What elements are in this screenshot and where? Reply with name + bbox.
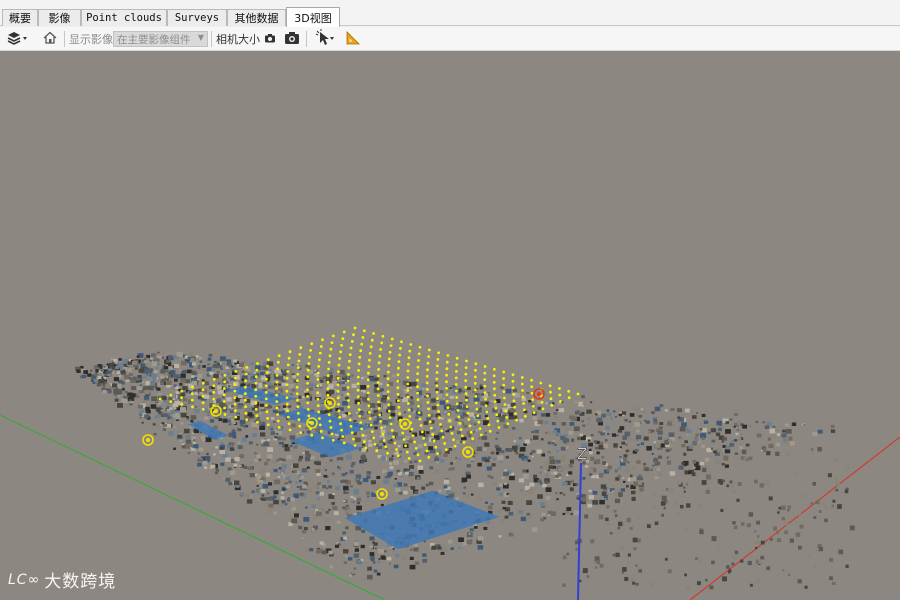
show-images-label: 显示影像 [69,33,113,46]
z-axis-line [577,462,582,600]
toolbar-separator [64,31,65,47]
camera-size-label: 相机大小 [216,33,260,46]
z-axis-label: Z [577,445,587,463]
watermark-text: 大数跨境 [44,572,117,592]
tab-images[interactable]: 影像 [38,9,81,26]
tab-point-clouds[interactable]: Point clouds [81,9,167,26]
pointer-tool-button[interactable] [315,28,337,50]
measure-tool-button[interactable] [345,30,361,48]
watermark: LC∞ 大数跨境 [8,567,117,593]
3d-viewport[interactable]: Z [0,51,900,600]
x-axis-line [689,436,900,600]
layers-icon [6,29,30,50]
home-button[interactable] [42,30,58,48]
tab-surveys[interactable]: Surveys [167,9,227,26]
large-camera-button[interactable] [284,30,300,48]
tab-other-data[interactable]: 其他数据 [227,9,286,26]
toolbar: 显示影像 在主要影像组件 ▼ 相机大小 [0,27,900,51]
watermark-logo: LC∞ [8,571,41,588]
toolbar-separator [211,31,212,47]
ruler-triangle-icon [345,29,361,50]
chevron-down-icon: ▼ [197,33,204,42]
point-cloud-scene: Z [0,326,900,600]
pointer-tool-icon [315,28,337,50]
home-icon [42,29,58,50]
tab-bar: 概要 影像 Point clouds Surveys 其他数据 3D视图 [0,0,900,27]
toolbar-separator [306,31,307,47]
small-camera-button[interactable] [264,30,276,48]
image-group-select[interactable]: 在主要影像组件 ▼ [113,31,208,47]
tab-overview[interactable]: 概要 [2,9,38,26]
layers-button[interactable] [6,30,30,48]
tab-3d-view[interactable]: 3D视图 [286,7,340,27]
camera-icon [284,29,300,50]
small-camera-icon [264,29,276,50]
